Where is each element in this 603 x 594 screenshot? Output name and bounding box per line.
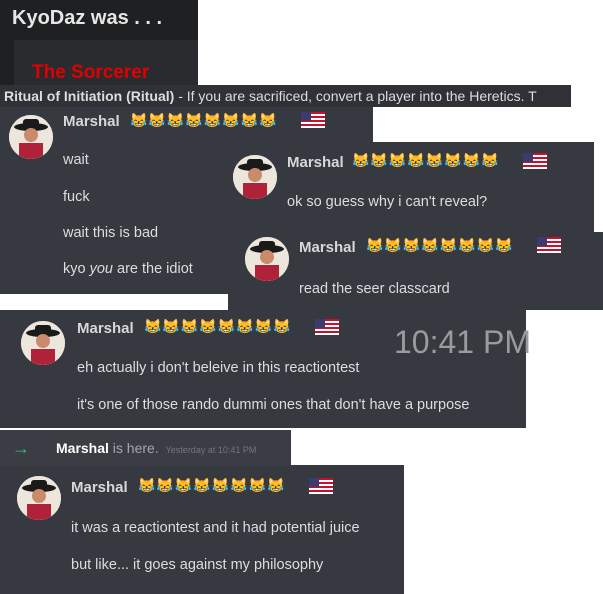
message-text: it's one of those rando dummi ones that … xyxy=(77,397,470,413)
join-time: Yesterday at 10:41 PM xyxy=(165,445,257,455)
join-user[interactable]: Marshal xyxy=(56,440,109,456)
avatar[interactable] xyxy=(21,321,65,365)
message-text: kyo you are the idiot xyxy=(63,261,193,277)
message-text: wait this is bad xyxy=(63,225,159,241)
page-title: KyoDaz was . . . xyxy=(12,7,163,29)
timestamp: 10:41 PM xyxy=(394,324,531,360)
ability-text: Ritual of Initiation (Ritual) - If you a… xyxy=(4,88,571,104)
message-text: it was a reactiontest and it had potenti… xyxy=(71,520,360,536)
username[interactable]: Marshal xyxy=(71,479,128,496)
message-text-em: you xyxy=(89,261,113,277)
emoji-row: 😹😹😹😹😹😹😹😹 xyxy=(366,237,514,253)
join-text: Marshal is here. Yesterday at 10:41 PM xyxy=(56,440,256,456)
avatar[interactable] xyxy=(233,155,277,199)
username[interactable]: Marshal xyxy=(77,320,134,337)
avatar[interactable] xyxy=(9,115,53,159)
message-text-pre: kyo xyxy=(63,261,90,277)
emoji-row: 😹😹😹😹😹😹😹😹 xyxy=(130,112,278,128)
role-name: The Sorcerer xyxy=(32,62,150,83)
join-label: is here. xyxy=(108,440,159,456)
us-flag-icon xyxy=(315,319,339,335)
emoji-row: 😹😹😹😹😹😹😹😹 xyxy=(144,318,292,334)
emoji-row: 😹😹😹😹😹😹😹😹 xyxy=(352,152,500,168)
us-flag-icon xyxy=(309,478,333,494)
join-arrow-icon: → xyxy=(12,438,30,458)
username[interactable]: Marshal xyxy=(63,113,120,130)
message-text: ok so guess why i can't reveal? xyxy=(287,194,488,210)
us-flag-icon xyxy=(523,153,547,169)
message-text: but like... it goes against my philosoph… xyxy=(71,557,324,573)
message-text: read the seer classcard xyxy=(299,281,450,297)
us-flag-icon xyxy=(537,237,561,253)
avatar[interactable] xyxy=(17,476,61,520)
message-text-post: are the idiot xyxy=(112,261,193,277)
message-text: eh actually i don't beleive in this reac… xyxy=(77,360,360,376)
message-text: fuck xyxy=(63,189,90,205)
avatar[interactable] xyxy=(245,237,289,281)
us-flag-icon xyxy=(301,112,325,128)
emoji-row: 😹😹😹😹😹😹😹😹 xyxy=(138,477,286,493)
username[interactable]: Marshal xyxy=(287,154,344,171)
ability-name: Ritual of Initiation (Ritual) xyxy=(4,88,175,104)
ability-desc: - If you are sacrificed, convert a playe… xyxy=(174,88,537,104)
message-text: wait xyxy=(63,152,89,168)
username[interactable]: Marshal xyxy=(299,239,356,256)
